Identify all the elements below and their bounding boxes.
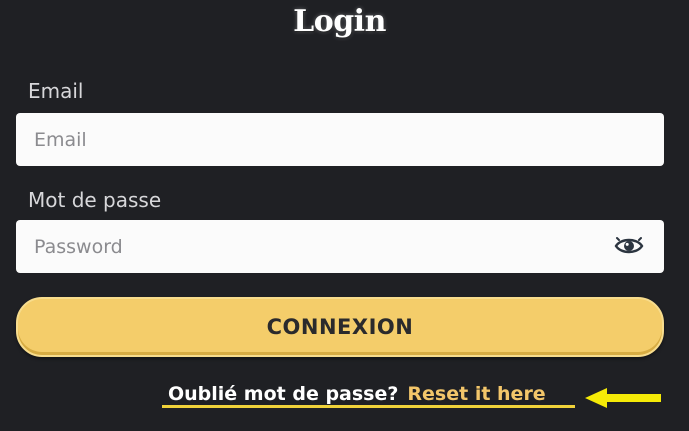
email-field-container (16, 113, 664, 166)
eye-icon[interactable] (614, 235, 644, 257)
login-page: Login Email Mot de passe CONNEXION Oubli… (0, 0, 689, 431)
forgot-password-row: Oublié mot de passe? Reset it here (168, 380, 546, 408)
email-input[interactable] (16, 113, 664, 166)
email-label: Email (28, 79, 84, 103)
connexion-button[interactable]: CONNEXION (16, 297, 664, 357)
reset-password-link[interactable]: Reset it here (407, 383, 545, 405)
password-label: Mot de passe (28, 188, 162, 212)
password-field-container (16, 220, 664, 273)
page-title: Login (293, 4, 386, 39)
highlight-underline (162, 405, 575, 408)
arrow-left-icon (585, 388, 661, 408)
forgot-password-text: Oublié mot de passe? (168, 383, 399, 405)
connexion-button-label: CONNEXION (266, 315, 414, 339)
password-input[interactable] (16, 220, 664, 273)
